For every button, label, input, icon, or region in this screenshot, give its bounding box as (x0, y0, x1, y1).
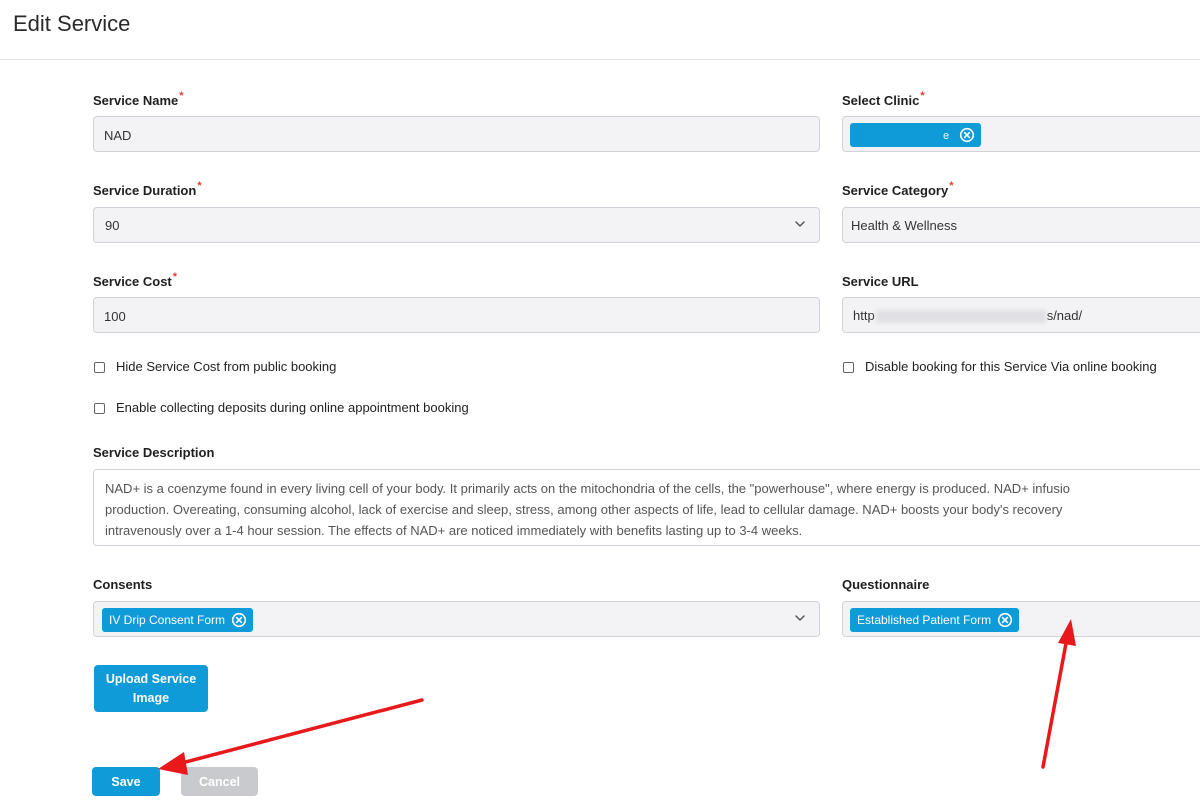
description-line: production. Overeating, consuming alcoho… (105, 502, 1063, 517)
consents-select[interactable]: IV Drip Consent Form (93, 601, 820, 637)
select-clinic-label: Select Clinic* (842, 90, 925, 108)
questionnaire-chip: Established Patient Form (850, 608, 1020, 632)
select-clinic-field[interactable]: e (842, 116, 1200, 152)
page-title: Edit Service (13, 11, 131, 36)
required-mark: * (197, 180, 202, 192)
upload-service-image-button[interactable]: Upload Service Image (94, 665, 208, 712)
service-url-value: http s/nad/ (853, 308, 1083, 324)
service-cost-label-text: Service Cost (93, 274, 172, 289)
page-header: Edit Service (0, 0, 1200, 60)
service-category-value: Health & Wellness (851, 218, 957, 233)
consents-label: Consents (93, 577, 153, 592)
service-cost-input[interactable] (104, 306, 805, 326)
url-redacted (875, 310, 1046, 324)
chevron-down-icon[interactable] (793, 611, 807, 625)
close-circle-icon[interactable] (959, 127, 975, 143)
service-cost-field[interactable] (93, 297, 820, 333)
service-name-label-text: Service Name (93, 93, 179, 108)
service-duration-select[interactable]: 90 (93, 207, 820, 243)
service-duration-label: Service Duration* (93, 180, 202, 198)
service-category-label-text: Service Category (842, 183, 949, 198)
service-url-suffix: s/nad/ (1046, 308, 1083, 323)
service-cost-label: Service Cost* (93, 271, 178, 289)
save-button[interactable]: Save (92, 767, 160, 796)
required-mark: * (949, 180, 954, 192)
required-mark: * (179, 90, 184, 102)
upload-label-line2: Image (132, 690, 170, 705)
close-circle-icon[interactable] (231, 612, 247, 628)
arrow-to-questionnaire-icon (1041, 619, 1076, 769)
service-description-textarea[interactable]: NAD+ is a coenzyme found in every living… (93, 469, 1200, 546)
questionnaire-select[interactable]: Established Patient Form (842, 601, 1200, 637)
service-url-label: Service URL (842, 274, 919, 289)
clinic-chip: e (850, 123, 981, 147)
hide-cost-checkbox[interactable] (94, 362, 105, 373)
close-circle-icon[interactable] (997, 612, 1013, 628)
upload-label-line1: Upload Service (105, 671, 197, 686)
deposits-label: Enable collecting deposits during online… (116, 400, 469, 415)
service-url-field[interactable]: http s/nad/ (842, 297, 1200, 333)
disable-booking-label: Disable booking for this Service Via onl… (865, 359, 1157, 374)
description-line: NAD+ is a coenzyme found in every living… (105, 481, 1070, 496)
service-name-field[interactable] (93, 116, 820, 152)
hide-cost-label: Hide Service Cost from public booking (116, 359, 337, 374)
service-category-label: Service Category* (842, 180, 954, 198)
consent-chip: IV Drip Consent Form (102, 608, 254, 632)
questionnaire-chip-label: Established Patient Form (857, 613, 992, 627)
cancel-button[interactable]: Cancel (181, 767, 258, 796)
select-clinic-label-text: Select Clinic (842, 93, 920, 108)
disable-booking-checkbox[interactable] (843, 362, 854, 373)
deposits-checkbox[interactable] (94, 403, 105, 414)
required-mark: * (920, 90, 925, 102)
service-url-prefix: http (853, 308, 875, 323)
service-name-label: Service Name* (93, 90, 184, 108)
description-line: intravenously over a 1-4 hour session. T… (105, 523, 803, 538)
consent-chip-label: IV Drip Consent Form (109, 613, 226, 627)
service-duration-value: 90 (105, 218, 120, 233)
questionnaire-label: Questionnaire (842, 577, 930, 592)
service-description-label: Service Description (93, 445, 215, 460)
service-description-text: NAD+ is a coenzyme found in every living… (105, 478, 1200, 541)
clinic-name-redacted (857, 129, 943, 142)
service-category-field[interactable]: Health & Wellness (842, 207, 1200, 243)
service-name-input[interactable] (104, 125, 805, 145)
service-duration-label-text: Service Duration (93, 183, 197, 198)
chevron-down-icon[interactable] (793, 217, 807, 231)
required-mark: * (172, 271, 178, 283)
clinic-name-tail: e (943, 130, 950, 142)
